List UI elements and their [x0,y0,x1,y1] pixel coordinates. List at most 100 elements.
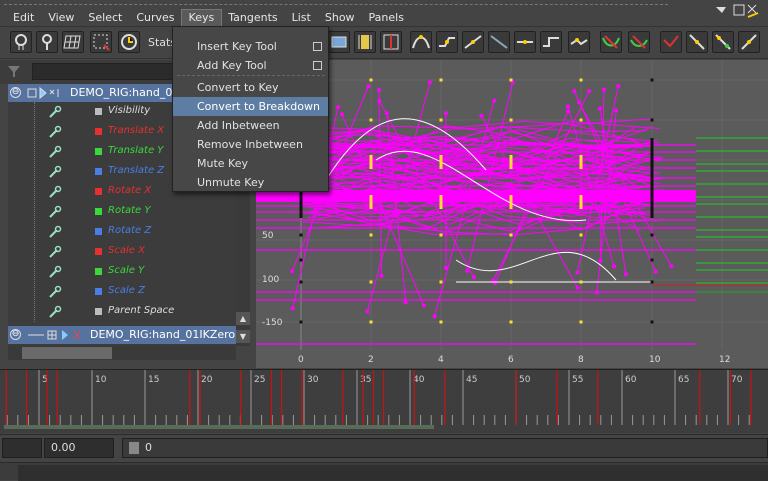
key-point [290,269,294,273]
command-line [0,462,768,480]
key-point [651,79,654,82]
attribute-color-swatch [95,168,102,175]
flat-tangents-icon[interactable] [488,31,510,53]
scroll-up-icon[interactable]: ▲ [236,312,250,325]
key-point [651,281,654,284]
retime-tool-icon[interactable] [118,31,140,53]
outliner-node-ikzero[interactable]: ⊖ DEMO_RIG:hand_01IKZeroma [8,326,236,344]
menu-show[interactable]: Show [318,10,362,26]
menu-curves[interactable]: Curves [129,10,181,26]
menu-item-remove-inbetween[interactable]: Remove Inbetween [173,135,328,154]
timeline-label: 10 [95,375,107,385]
attribute-row[interactable]: Scale Y [8,262,236,282]
filter-icon[interactable] [6,63,22,79]
time-slider-track[interactable]: 510152025303540455055606570 [4,370,768,430]
key-icon [48,285,62,299]
plateau-tangents-icon[interactable] [540,31,562,53]
menu-item-insert-key-tool[interactable]: Insert Key Tool [173,37,328,56]
menu-item-add-key-tool[interactable]: Add Key Tool [173,56,328,75]
weighted-tangents-icon[interactable] [628,31,650,53]
option-box-icon[interactable] [313,42,322,51]
attribute-color-swatch [95,108,102,115]
key-marker [580,155,583,169]
break-tangents-icon[interactable] [568,31,590,53]
time-slider[interactable]: 510152025303540455055606570 [0,369,768,433]
playback-range-highlight [4,425,434,429]
menu-view[interactable]: View [41,10,81,26]
menu-edit[interactable]: Edit [6,10,41,26]
frame-all-icon[interactable] [328,31,350,53]
current-time-field[interactable]: 0.00 [44,438,114,458]
graph-editor-viewport[interactable]: 50100-150024681012 [256,60,768,368]
key-point [651,119,654,122]
linear-tangents-icon[interactable] [462,31,484,53]
outliner-horizontal-scrollbar[interactable] [8,346,236,360]
start-time-field[interactable] [2,438,42,458]
graph-editor-toolbar: Stats [0,28,768,59]
collapse-icon[interactable]: ⊖ [10,329,21,340]
menu-item-convert-to-breakdown[interactable]: Convert to Breakdown [173,97,328,116]
lattice-deform-icon[interactable] [62,31,84,53]
y-axis-label: 100 [262,275,279,285]
attribute-label: Scale Y [108,265,144,276]
move-key-tool-icon[interactable] [10,31,32,53]
key-point [598,259,602,263]
key-point [440,281,443,284]
insert-key-tool-icon[interactable] [36,31,58,53]
region-tool-icon[interactable] [90,31,112,53]
y-axis-label: 50 [262,231,274,241]
attribute-label: Scale X [108,245,145,256]
key-icon [48,225,62,239]
key-marker [440,155,443,169]
curve-graph[interactable]: 50100-150024681012 [256,60,768,368]
key-point [340,112,344,116]
menu-keys[interactable]: Keys [182,10,222,26]
normalize-icon[interactable] [738,31,760,53]
free-tangent-weight-icon[interactable] [660,31,682,53]
center-current-time-icon[interactable] [380,31,402,53]
attribute-row[interactable]: Rotate Z [8,222,236,242]
menu-separator [177,75,325,76]
key-point [612,265,616,269]
y-axis-label: -150 [262,318,283,328]
attribute-row[interactable]: Parent Space [8,302,236,322]
key-point [300,321,303,324]
range-slider[interactable]: 0 [122,438,768,458]
menu-item-label: Convert to Breakdown [197,100,320,113]
key-point [479,114,483,118]
key-point [651,234,654,237]
collapse-icon[interactable]: ⊖ [10,87,21,98]
menu-item-convert-to-key[interactable]: Convert to Key [173,78,328,97]
spline-tangents-icon[interactable] [410,31,432,53]
menu-tangents[interactable]: Tangents [221,10,284,26]
menu-list[interactable]: List [285,10,318,26]
scroll-thumb[interactable] [22,347,112,359]
menu-item-add-inbetween[interactable]: Add Inbetween [173,116,328,135]
lock-tangent-weight-icon[interactable] [686,31,708,53]
menu-select[interactable]: Select [81,10,129,26]
scroll-down-icon[interactable]: ▼ [236,330,250,343]
key-point [370,234,373,237]
unify-tangents-icon[interactable] [600,31,622,53]
menu-item-mute-key[interactable]: Mute Key [173,154,328,173]
menu-panels[interactable]: Panels [362,10,411,26]
menu-item-unmute-key[interactable]: Unmute Key [173,173,328,192]
attribute-row[interactable]: Scale X [8,242,236,262]
auto-tangent-icon[interactable] [712,31,734,53]
frame-playback-range-icon[interactable] [354,31,376,53]
key-marker [651,138,654,218]
attribute-row[interactable]: Scale Z [8,282,236,302]
clamped-tangents-icon[interactable] [436,31,458,53]
option-box-icon[interactable] [313,61,322,70]
step-tangents-icon[interactable] [514,31,536,53]
range-slider-bar: 0.00 0 [0,434,768,462]
attribute-row[interactable]: Rotate Y [8,202,236,222]
key-point [580,234,583,237]
transform-node-icon [26,86,66,100]
timeline-label: 65 [678,375,689,385]
command-input[interactable] [18,465,768,481]
key-point [370,321,373,324]
range-handle[interactable] [129,442,139,454]
key-point [654,270,658,274]
tear-off-line[interactable] [4,4,668,5]
